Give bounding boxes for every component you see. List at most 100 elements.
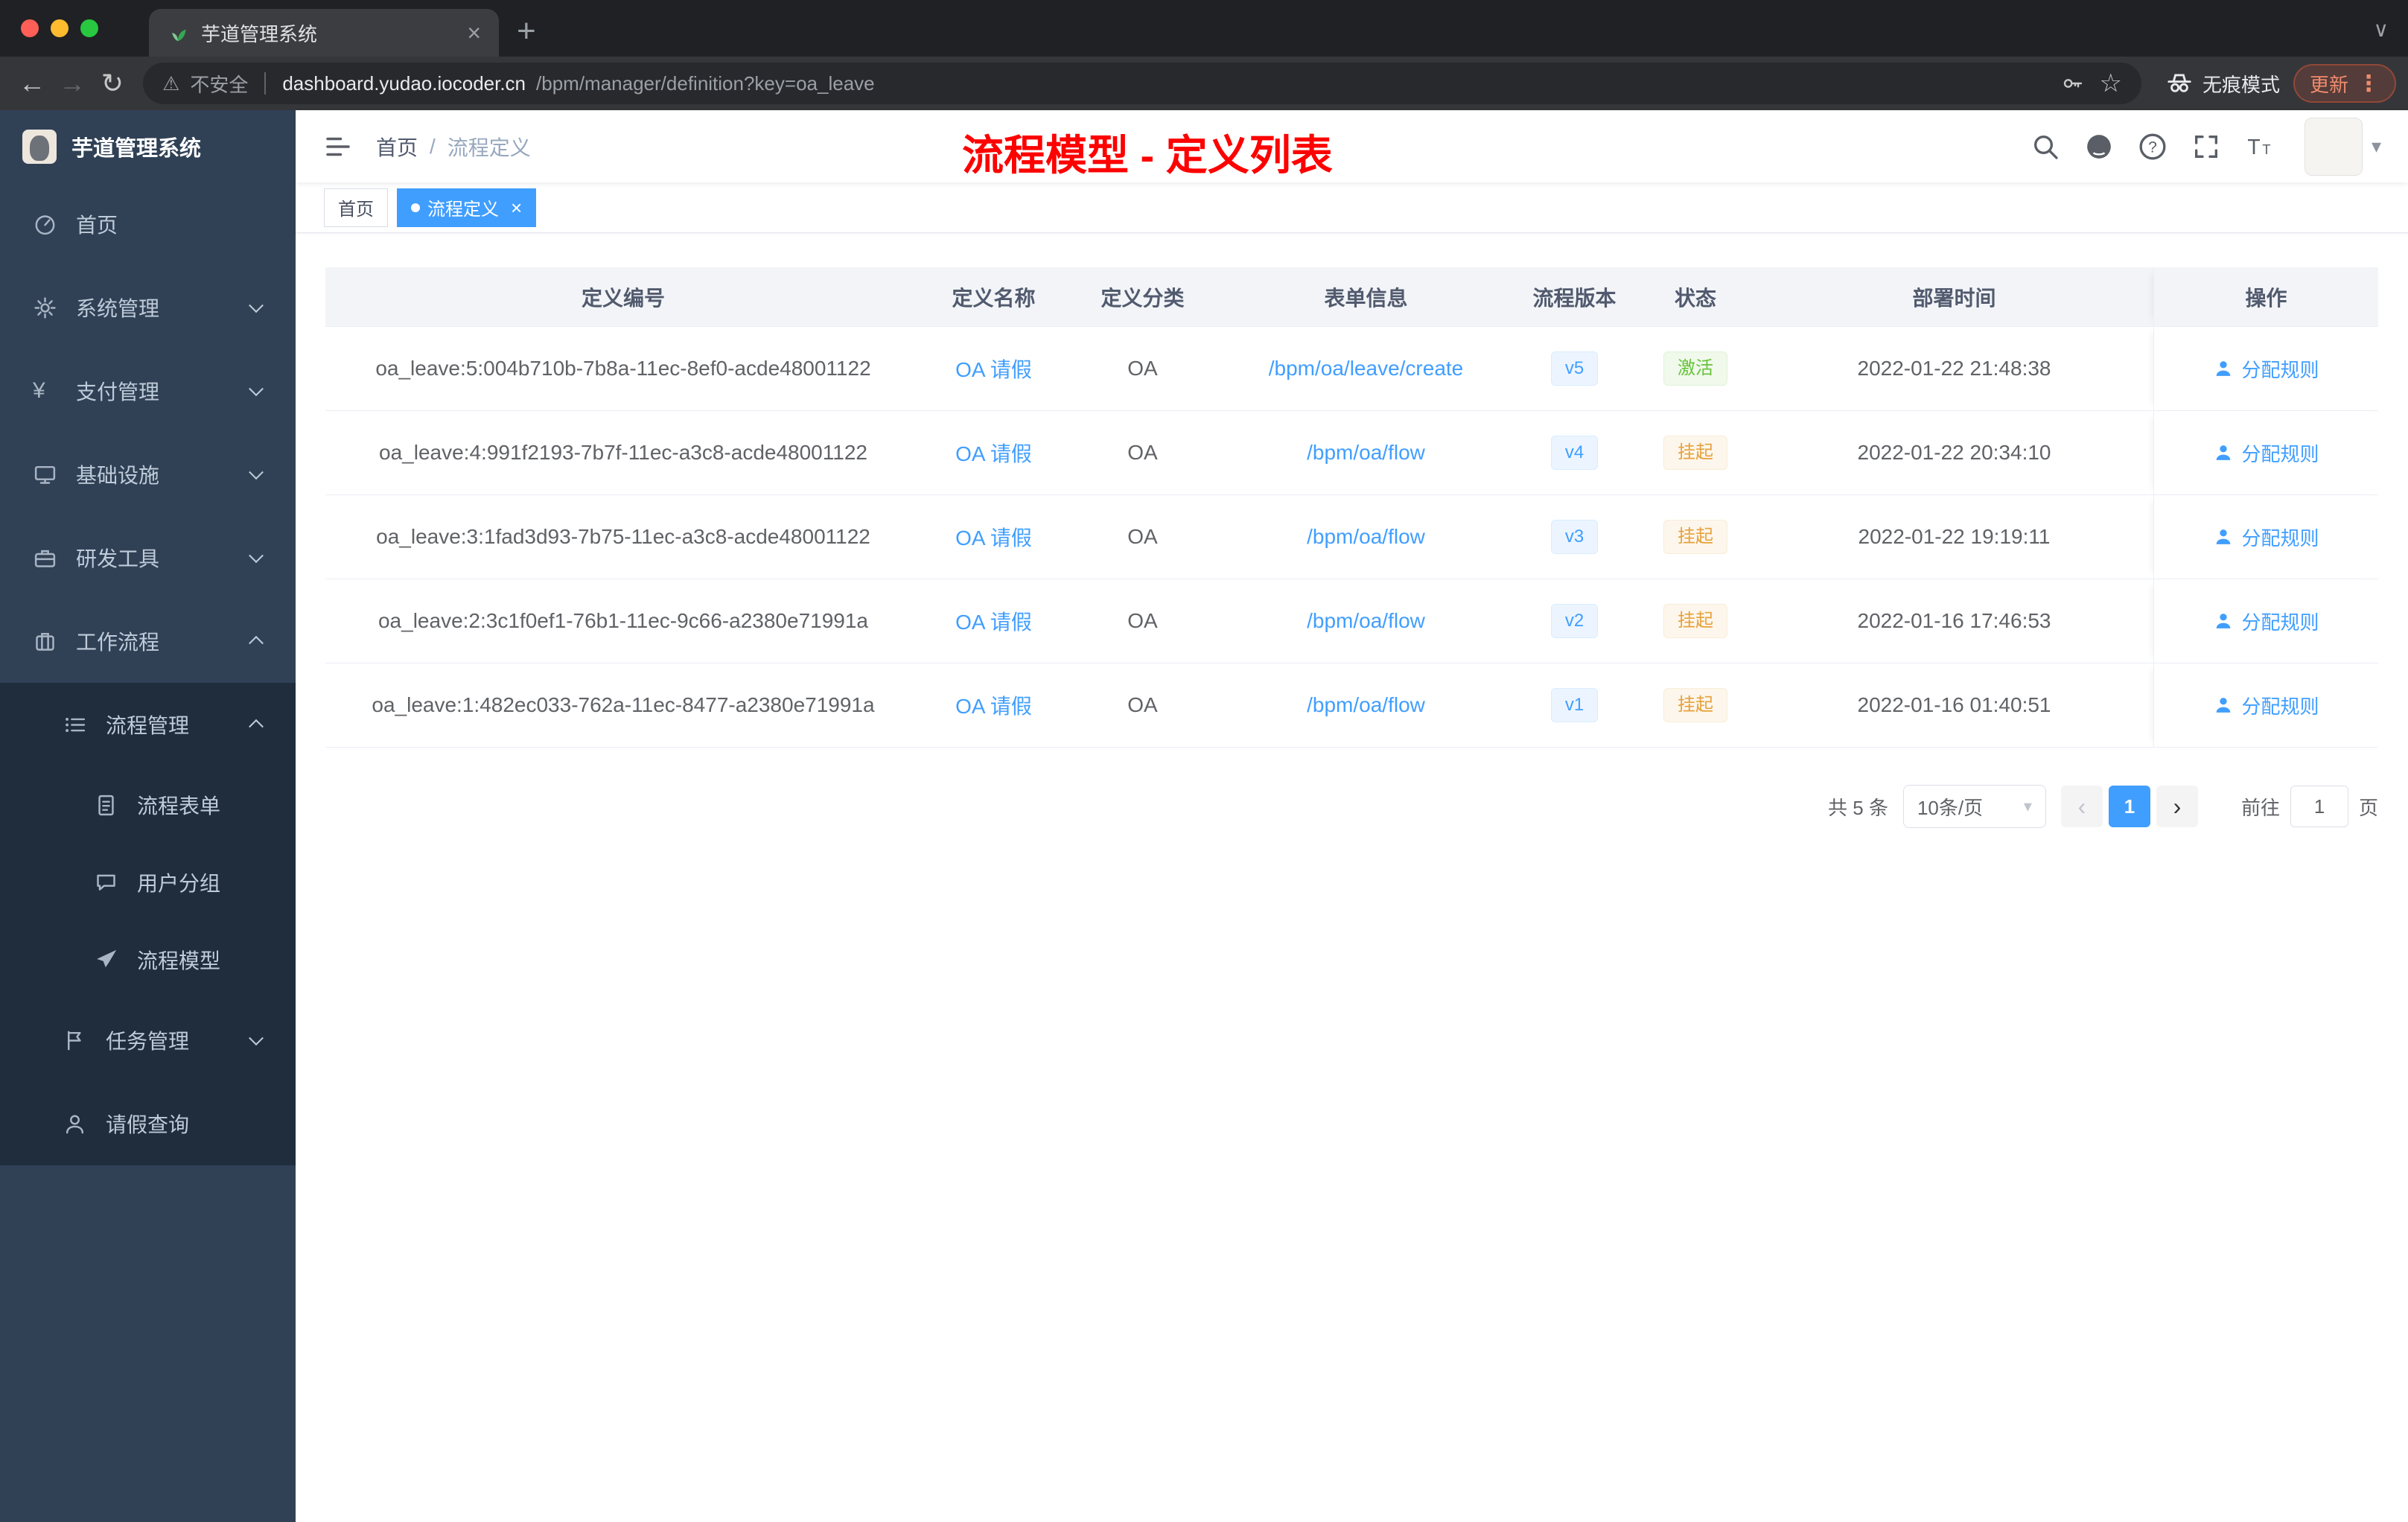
close-window-button[interactable] [21,19,39,37]
sidebar-item-label: 工作流程 [76,631,160,654]
chevron-down-icon [249,381,264,397]
key-icon[interactable] [2060,71,2084,95]
sidebar-item-label: 流程管理 [106,714,190,737]
sidebar-item-payment[interactable]: ¥ 支付管理 [0,349,296,433]
zoom-window-button[interactable] [80,19,98,37]
chrome-update-button[interactable]: 更新 ⋮ [2293,64,2396,103]
table-row: oa_leave:4:991f2193-7b7f-11ec-a3c8-acde4… [325,411,2378,495]
fullscreen-icon[interactable] [2191,132,2221,162]
incognito-badge: 无痕模式 [2165,69,2280,98]
window-controls [0,0,119,57]
definition-name-link[interactable]: OA 请假 [955,438,1032,468]
browser-toolbar: ← → ↻ ⚠ 不安全 dashboard.yudao.iocoder.cn /… [0,57,2408,110]
breadcrumb: 首页 / 流程定义 [376,132,531,162]
form-link[interactable]: /bpm/oa/flow [1307,693,1425,717]
minimize-window-button[interactable] [51,19,69,37]
column-header-actions: 操作 [2153,267,2378,326]
list-icon [63,713,97,737]
app-logo-row: 芋道管理系统 [0,110,296,182]
sidebar-item-system[interactable]: 系统管理 [0,266,296,349]
status-tag: 挂起 [1663,687,1727,723]
column-header-deploy-time: 部署时间 [1912,286,1996,310]
incognito-label: 无痕模式 [2202,73,2280,96]
form-link[interactable]: /bpm/oa/leave/create [1269,357,1464,380]
browser-menu-icon[interactable]: ⋮ [2357,71,2380,97]
sidebar-item-home[interactable]: 首页 [0,182,296,266]
user-icon [63,1112,97,1136]
search-icon[interactable] [2030,132,2060,162]
prev-page-button[interactable]: ‹ [2060,786,2103,827]
column-header-status: 状态 [1674,286,1716,310]
goto-page-input[interactable] [2290,786,2348,827]
next-page-button[interactable]: › [2156,786,2198,827]
forward-button[interactable]: → [52,68,92,99]
sidebar-item-leave-query[interactable]: 请假查询 [0,1082,296,1165]
page-size-select[interactable]: 10条/页 ▾ [1902,785,2046,828]
page-content: 定义编号 定义名称 定义分类 表单信息 流程版本 状态 部署时间 操作 oa_l… [296,233,2408,1522]
sidebar-item-user-group[interactable]: 用户分组 [0,844,296,921]
chevron-down-icon [249,465,264,480]
address-bar[interactable]: ⚠ 不安全 dashboard.yudao.iocoder.cn /bpm/ma… [143,63,2141,104]
sidebar-item-label: 用户分组 [137,872,221,895]
toolbox-icon [33,546,67,570]
tag-home[interactable]: 首页 [324,188,388,227]
avatar[interactable] [2304,117,2363,176]
page-annotation-title: 流程模型 - 定义列表 [962,132,1333,179]
reload-button[interactable]: ↻ [92,68,133,99]
app-logo [22,129,57,164]
cell-deploy-time: 2022-01-16 17:46:53 [1857,609,2051,632]
assign-rule-link[interactable]: 分配规则 [2213,355,2319,383]
chevron-up-icon [249,635,264,651]
definition-name-link[interactable]: OA 请假 [955,522,1032,552]
table-row: oa_leave:5:004b710b-7b8a-11ec-8ef0-acde4… [325,327,2378,411]
column-header-name: 定义名称 [952,286,1036,310]
page-number-button[interactable]: 1 [2108,786,2150,827]
new-tab-button[interactable]: + [517,15,536,48]
sidebar-item-process-form[interactable]: 流程表单 [0,766,296,844]
definition-name-link[interactable]: OA 请假 [955,690,1032,720]
assign-rule-link[interactable]: 分配规则 [2213,439,2319,467]
tags-view-bar: 首页 流程定义 × [296,182,2408,233]
column-header-id: 定义编号 [581,286,665,310]
sidebar: 芋道管理系统 首页 系统管理 ¥ 支付管理 基础设施 研发工具 工作流程 流程管… [0,110,296,1522]
assign-rule-link[interactable]: 分配规则 [2213,692,2319,719]
sidebar-item-dev-tools[interactable]: 研发工具 [0,516,296,599]
sidebar-item-task-management[interactable]: 任务管理 [0,999,296,1082]
font-size-icon[interactable]: TT [2245,132,2275,162]
sidebar-item-process-management[interactable]: 流程管理 [0,683,296,766]
cell-definition-id: oa_leave:5:004b710b-7b8a-11ec-8ef0-acde4… [375,357,871,380]
sidebar-item-label: 研发工具 [76,547,160,570]
breadcrumb-current: 流程定义 [447,136,531,159]
help-icon[interactable]: ? [2138,132,2167,162]
sidebar-item-label: 系统管理 [76,297,160,320]
tab-close-icon[interactable]: × [467,21,481,45]
bookmark-star-icon[interactable]: ☆ [2099,69,2121,98]
breadcrumb-home[interactable]: 首页 [376,132,418,162]
form-link[interactable]: /bpm/oa/flow [1307,609,1425,633]
sidebar-item-label: 请假查询 [106,1113,190,1136]
github-icon[interactable] [2084,132,2114,162]
sidebar-item-label: 流程模型 [137,949,221,972]
sidebar-item-infrastructure[interactable]: 基础设施 [0,433,296,516]
tab-search-chevron-icon[interactable]: ∨ [2374,17,2389,42]
user-menu[interactable]: ▾ [2304,117,2381,176]
definition-name-link[interactable]: OA 请假 [955,354,1032,383]
table-row: oa_leave:2:3c1f0ef1-76b1-11ec-9c66-a2380… [325,579,2378,663]
hamburger-icon[interactable] [322,131,354,162]
browser-tab[interactable]: 芋道管理系统 × [149,9,499,57]
definition-table: 定义编号 定义名称 定义分类 表单信息 流程版本 状态 部署时间 操作 oa_l… [325,267,2378,748]
assign-rule-link[interactable]: 分配规则 [2213,608,2319,635]
tag-process-definition[interactable]: 流程定义 × [397,188,537,227]
app-title: 芋道管理系统 [71,136,202,161]
tag-close-icon[interactable]: × [511,198,522,217]
gear-icon [33,296,67,320]
caret-down-icon: ▾ [2023,797,2032,815]
back-button[interactable]: ← [12,68,52,99]
sidebar-item-workflow[interactable]: 工作流程 [0,599,296,683]
assign-rule-link[interactable]: 分配规则 [2213,523,2319,551]
sidebar-item-process-model[interactable]: 流程模型 [0,921,296,999]
form-link[interactable]: /bpm/oa/flow [1307,525,1425,549]
form-link[interactable]: /bpm/oa/flow [1307,441,1425,465]
top-navbar: 首页 / 流程定义 流程模型 - 定义列表 ? TT ▾ [296,110,2408,182]
definition-name-link[interactable]: OA 请假 [955,606,1032,636]
